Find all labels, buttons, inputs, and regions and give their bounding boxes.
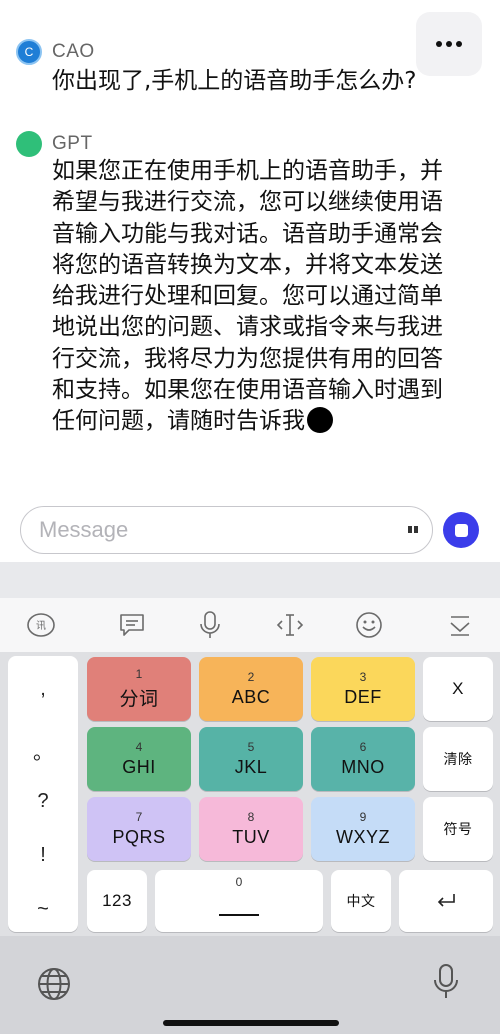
key-5-jkl[interactable]: 5 JKL: [199, 727, 303, 791]
clipboard-icon[interactable]: [115, 608, 149, 642]
key-8-tuv[interactable]: 8 TUV: [199, 797, 303, 861]
ime-switch-icon[interactable]: 讯: [24, 608, 58, 642]
stop-generating-button[interactable]: [443, 512, 479, 548]
return-icon: [437, 894, 455, 907]
key-1[interactable]: 1 分词: [87, 657, 191, 721]
space-key[interactable]: 0: [155, 870, 323, 932]
delete-button[interactable]: X: [423, 657, 493, 721]
message-header-assistant: GPT: [16, 131, 93, 157]
numbers-button[interactable]: 123: [87, 870, 147, 932]
keyboard-candidate-bar: [0, 562, 500, 598]
punctuation-key[interactable]: ?: [8, 790, 78, 813]
globe-icon[interactable]: [36, 966, 72, 1006]
return-button[interactable]: [399, 870, 493, 932]
keypad: , 。 ? ! ~ 1 分词 2 ABC 3 DEF X 4 GHI 5 JKL…: [0, 652, 500, 936]
punctuation-key[interactable]: 。: [8, 736, 78, 765]
key-7-pqrs[interactable]: 7 PQRS: [87, 797, 191, 861]
sender-name: CAO: [52, 41, 95, 62]
avatar: C: [16, 39, 42, 65]
microphone-icon[interactable]: [193, 608, 227, 642]
key-3-def[interactable]: 3 DEF: [311, 657, 415, 721]
space-bar-icon: [219, 914, 259, 916]
keyboard-toolbar: 讯: [0, 598, 500, 652]
dictation-microphone-icon[interactable]: [432, 962, 460, 1006]
message-header-user: C CAO: [16, 39, 95, 65]
emoji-icon[interactable]: [352, 608, 386, 642]
symbols-button[interactable]: 符号: [423, 797, 493, 861]
voice-wave-icon[interactable]: [408, 526, 418, 533]
keyboard-system-bar: [0, 936, 500, 1034]
punctuation-key[interactable]: ,: [8, 678, 78, 701]
assistant-reply-text: 如果您正在使用手机上的语音助手，并希望与我进行交流，您可以继续使用语音输入功能与…: [52, 158, 443, 435]
message-text-assistant: 如果您正在使用手机上的语音助手，并希望与我进行交流，您可以继续使用语音输入功能与…: [52, 156, 452, 438]
key-4-ghi[interactable]: 4 GHI: [87, 727, 191, 791]
key-6-mno[interactable]: 6 MNO: [311, 727, 415, 791]
message-input[interactable]: [39, 507, 399, 552]
avatar: [16, 131, 42, 157]
stop-icon: [454, 523, 468, 537]
clear-button[interactable]: 清除: [423, 727, 493, 791]
collapse-keyboard-icon[interactable]: [443, 608, 477, 642]
key-9-wxyz[interactable]: 9 WXYZ: [311, 797, 415, 861]
ellipsis-icon: [436, 41, 442, 47]
composer: [0, 500, 500, 562]
sender-name: GPT: [52, 133, 93, 154]
punctuation-key[interactable]: !: [8, 844, 78, 867]
chinese-language-button[interactable]: 中文: [331, 870, 391, 932]
punctuation-list[interactable]: , 。 ? ! ~: [8, 656, 78, 932]
message-input-container[interactable]: [20, 506, 433, 554]
cursor-move-icon[interactable]: [273, 608, 307, 642]
keyboard: 讯 , 。 ? ! ~ 1 分词 2 ABC 3 DEF X 4 GHI 5 J…: [0, 562, 500, 1034]
home-indicator[interactable]: [163, 1020, 339, 1026]
typing-cursor-icon: [307, 407, 333, 434]
key-2-abc[interactable]: 2 ABC: [199, 657, 303, 721]
message-text-user: 你出现了,手机上的语音助手怎么办?: [52, 68, 417, 94]
punctuation-key[interactable]: ~: [8, 898, 78, 921]
chat-area: C CAO 你出现了,手机上的语音助手怎么办? GPT 如果您正在使用手机上的语…: [0, 0, 500, 500]
svg-text:讯: 讯: [36, 620, 46, 632]
